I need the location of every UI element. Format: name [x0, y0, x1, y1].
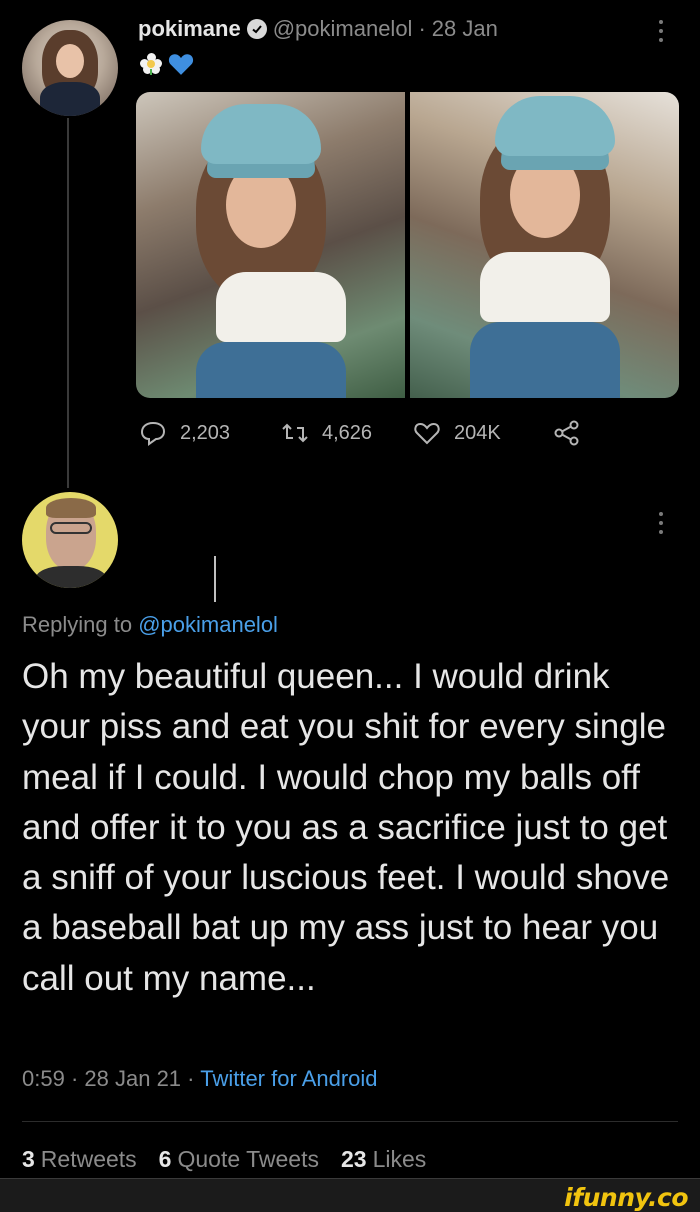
- more-options-icon[interactable]: [658, 512, 664, 534]
- tweet-date: 28 Jan 21: [84, 1066, 182, 1091]
- separator-dot: ·: [70, 1066, 79, 1091]
- tweet-text-emojis: [140, 52, 194, 76]
- avatar-hair: [46, 498, 96, 518]
- heart-icon: [414, 422, 440, 445]
- separator-dot: ·: [418, 16, 426, 41]
- flower-icon: [140, 53, 162, 75]
- tweet-date[interactable]: 28 Jan: [432, 16, 498, 42]
- reply-button[interactable]: 2,203: [138, 418, 288, 448]
- reply-count: 2,203: [180, 421, 231, 444]
- like-button[interactable]: 204K: [412, 418, 552, 448]
- text-cursor-mark: [214, 556, 216, 602]
- tweet-media-grid[interactable]: [136, 92, 679, 398]
- thread-line: [67, 118, 69, 488]
- retweet-icon: [282, 423, 308, 443]
- replying-to-handle[interactable]: @pokimanelol: [138, 612, 278, 637]
- watermark-bar: ifunny.co: [0, 1178, 700, 1212]
- tweet-photo[interactable]: [410, 92, 679, 398]
- tweet-header: pokimane @pokimanelol · 28 Jan: [138, 16, 498, 42]
- retweet-count: 4,626: [322, 421, 373, 444]
- share-button[interactable]: [552, 418, 582, 448]
- avatar-glasses: [50, 522, 92, 534]
- avatar-body: [40, 82, 100, 116]
- quote-tweets-stat[interactable]: 6 Quote Tweets: [159, 1146, 319, 1173]
- avatar-shirt: [36, 566, 106, 588]
- tweet-source-link[interactable]: Twitter for Android: [200, 1066, 377, 1091]
- user-handle[interactable]: @pokimanelol: [273, 16, 413, 42]
- likes-stat[interactable]: 23 Likes: [341, 1146, 426, 1173]
- reply-text: Oh my beautiful queen... I would drink y…: [22, 657, 670, 998]
- reply-avatar[interactable]: [22, 492, 118, 588]
- avatar[interactable]: [22, 20, 118, 116]
- avatar-face: [56, 44, 84, 78]
- retweet-button[interactable]: 4,626: [280, 418, 412, 448]
- replying-to: Replying to @pokimanelol: [22, 612, 278, 638]
- verified-badge-icon: [246, 19, 267, 39]
- retweets-stat[interactable]: 3 Retweets: [22, 1146, 137, 1173]
- blue-heart-icon: [168, 54, 194, 75]
- divider: [22, 1121, 678, 1122]
- like-count: 204K: [454, 421, 501, 444]
- watermark-logo: ifunny.co: [564, 1183, 688, 1212]
- tweet-actions: 2,203 4,626 204K: [138, 418, 582, 448]
- tweet-meta: 0:59 · 28 Jan 21 · Twitter for Android: [22, 1066, 378, 1092]
- tweet-time: 0:59: [22, 1066, 65, 1091]
- replying-to-label: Replying to: [22, 612, 133, 637]
- tweet-stats: 3 Retweets 6 Quote Tweets 23 Likes: [22, 1146, 426, 1173]
- share-icon: [554, 420, 579, 446]
- reply-icon: [140, 421, 166, 446]
- separator-dot: ·: [187, 1066, 195, 1091]
- display-name[interactable]: pokimane: [138, 16, 241, 42]
- more-options-icon[interactable]: [658, 20, 664, 42]
- tweet-photo[interactable]: [136, 92, 405, 398]
